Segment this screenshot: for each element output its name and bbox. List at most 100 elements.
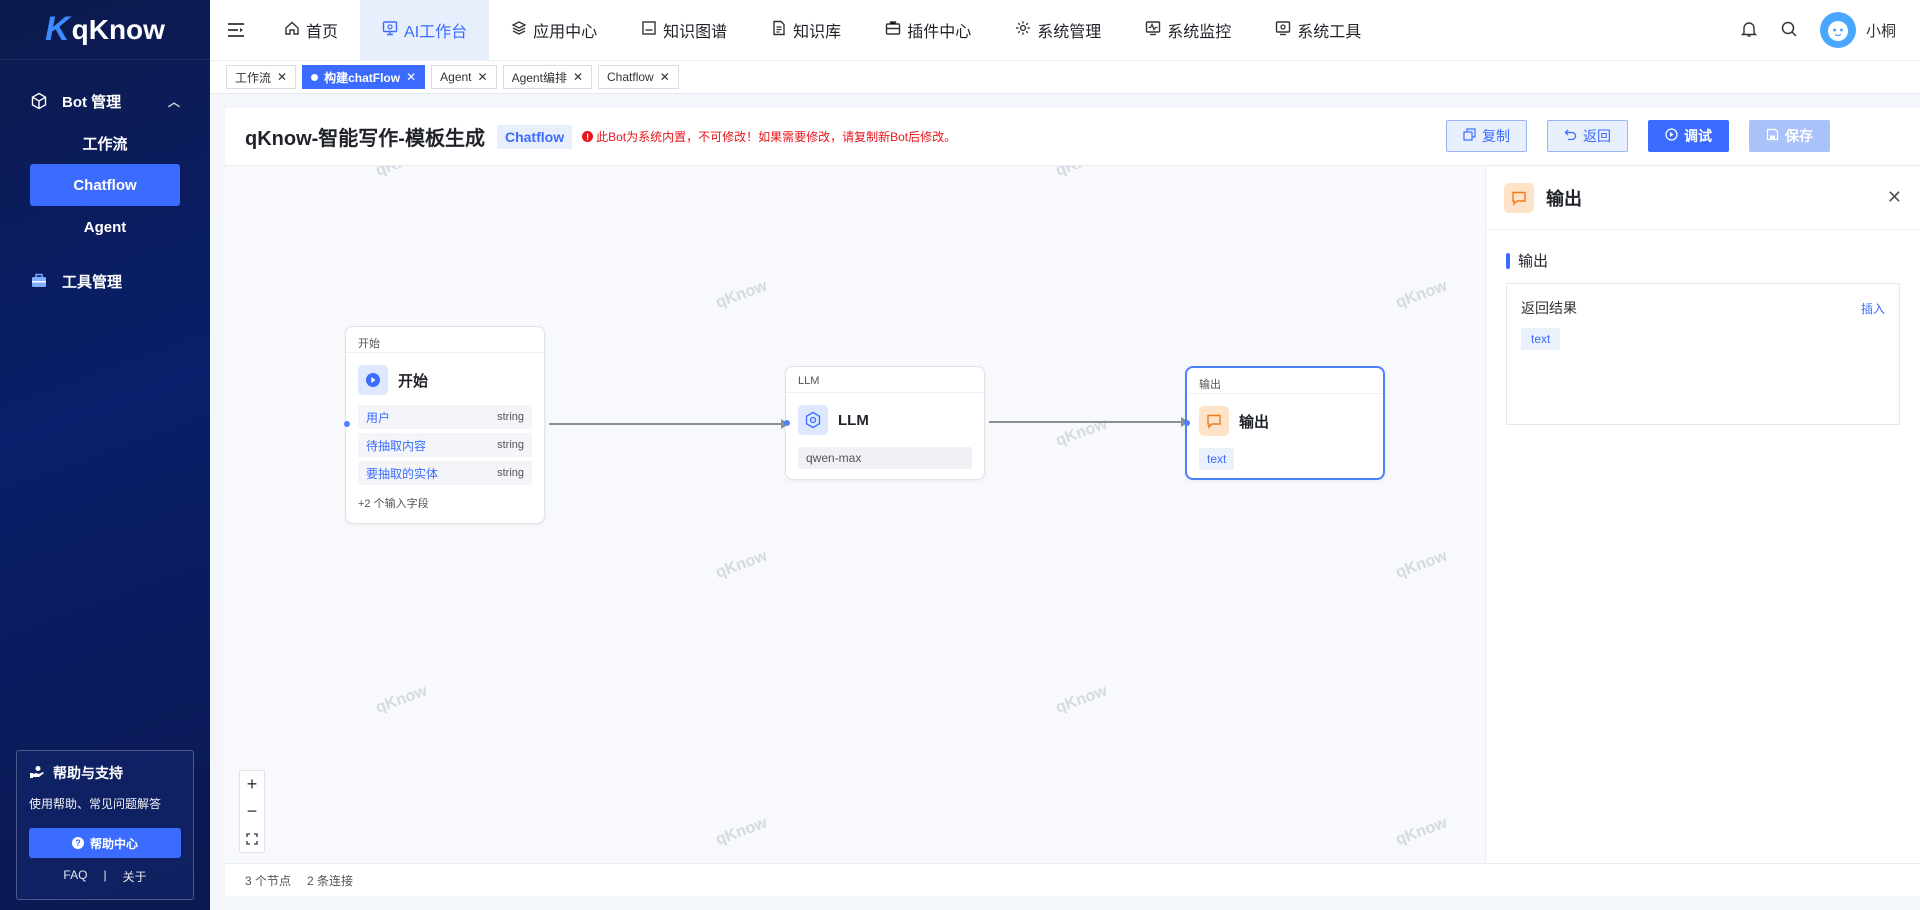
topnav-system-monitor[interactable]: 系统监控	[1123, 0, 1253, 60]
home-icon	[284, 20, 300, 41]
tab-build-chatflow[interactable]: 构建chatFlow ✕	[302, 65, 426, 89]
topnav-plugin-center[interactable]: 插件中心	[863, 0, 993, 60]
insert-link[interactable]: 插入	[1861, 300, 1885, 317]
result-label: 返回结果	[1521, 300, 1577, 316]
topnav-kb-label: 知识库	[793, 24, 842, 41]
help-links: FAQ | 关于	[29, 868, 181, 885]
main-panel: qKnow-智能写作-模板生成 Chatflow ! 此Bot为系统内置，不可修…	[225, 108, 1920, 896]
node-header: 输出	[1187, 394, 1383, 444]
edge-llm-output[interactable]	[989, 417, 1189, 427]
edge-start-llm[interactable]	[549, 419, 789, 429]
faq-link[interactable]: FAQ	[63, 868, 87, 885]
tab-label: Chatflow	[607, 70, 654, 84]
zoom-out-icon[interactable]: −	[240, 798, 264, 825]
back-button[interactable]: 返回	[1547, 120, 1628, 152]
menu-toggle-icon[interactable]	[210, 22, 262, 38]
sidebar-item-agent[interactable]: Agent	[30, 206, 180, 248]
input-field-row: 要抽取的实体 string	[358, 461, 532, 485]
copy-icon	[1463, 128, 1476, 144]
node-header: LLM	[786, 393, 984, 443]
field-type: string	[497, 439, 524, 451]
fit-view-icon[interactable]	[240, 825, 264, 852]
tab-chatflow[interactable]: Chatflow ✕	[598, 65, 679, 89]
help-title: 帮助与支持	[29, 763, 181, 783]
active-dot	[311, 73, 319, 81]
watermark: qKnow	[373, 682, 430, 717]
topnav-home-label: 首页	[306, 24, 339, 41]
debug-button[interactable]: 调试	[1648, 120, 1729, 152]
topnav-app-center[interactable]: 应用中心	[489, 0, 619, 60]
watermark: qKnow	[1393, 814, 1450, 849]
watermark: qKnow	[713, 277, 770, 312]
topnav-home[interactable]: 首页	[262, 0, 360, 60]
graph-icon	[641, 20, 657, 41]
layers-icon	[511, 20, 527, 41]
model-chip: qwen-max	[798, 447, 972, 469]
watermark: qKnow	[713, 814, 770, 849]
topnav-system-tools[interactable]: 系统工具	[1253, 0, 1383, 60]
topnav-sysmgmt-label: 系统管理	[1037, 24, 1102, 41]
tools-icon	[1275, 20, 1291, 41]
topnav-system-management[interactable]: 系统管理	[993, 0, 1123, 60]
node-llm[interactable]: LLM LLM qwen-max	[785, 366, 985, 480]
save-button[interactable]: 保存	[1749, 120, 1830, 152]
result-row: 返回结果 插入	[1521, 298, 1885, 318]
tab-workflow[interactable]: 工作流 ✕	[226, 65, 297, 89]
nav-tool-management[interactable]: 工具管理	[0, 260, 210, 302]
port-handle[interactable]	[1184, 420, 1190, 426]
tabs-row: 工作流 ✕ 构建chatFlow ✕ Agent ✕ Agent编排 ✕ Cha…	[210, 60, 1920, 94]
search-icon[interactable]	[1780, 20, 1798, 41]
plugin-icon	[885, 20, 901, 41]
nav-bot-management[interactable]: Bot 管理 ︿	[0, 80, 210, 122]
bell-icon[interactable]	[1740, 20, 1758, 41]
sidebar-item-workflow[interactable]: 工作流	[30, 122, 180, 164]
topnav-knowledge-graph[interactable]: 知识图谱	[619, 0, 749, 60]
topnav-knowledge-base[interactable]: 知识库	[749, 0, 863, 60]
page-title: qKnow-智能写作-模板生成	[245, 128, 485, 150]
sidebar-item-chatflow[interactable]: Chatflow	[30, 164, 180, 206]
topbar: 首页 AI工作台 应用中心 知识图谱 知识库 插件中心 系统管理 系统监控 系统…	[210, 0, 1920, 60]
node-config-panel: 输出 ✕ 输出 返回结果 插入 text	[1485, 166, 1920, 863]
variable-chip[interactable]: text	[1521, 328, 1561, 350]
topnav-plugin-label: 插件中心	[907, 24, 972, 41]
tab-agent-orchestration[interactable]: Agent编排 ✕	[502, 65, 593, 89]
node-title: 开始	[398, 372, 429, 390]
chevron-up-icon: ︿	[167, 94, 180, 109]
username[interactable]: 小桐	[1866, 20, 1896, 41]
node-output[interactable]: 输出 输出 text	[1185, 366, 1385, 480]
toolbox-icon	[30, 272, 48, 290]
topnav-ai-workbench[interactable]: AI工作台	[360, 0, 490, 60]
topbar-right: 小桐	[1740, 12, 1920, 48]
tab-label: Agent编排	[511, 70, 567, 85]
logo[interactable]: K qKnow	[0, 0, 210, 60]
close-icon[interactable]: ✕	[660, 70, 670, 84]
save-icon	[1766, 128, 1779, 144]
close-icon[interactable]: ✕	[478, 70, 488, 84]
node-title: LLM	[838, 411, 869, 429]
question-icon: ?	[71, 837, 84, 849]
port-handle[interactable]	[784, 420, 790, 426]
node-start[interactable]: 开始 开始 用户 string 待抽取内容 string 要抽取的实体 stri…	[345, 326, 545, 524]
gear-icon	[1015, 20, 1031, 41]
topnav-ai-label: AI工作台	[404, 24, 468, 41]
divider: |	[103, 868, 107, 882]
help-center-button[interactable]: ? 帮助中心	[29, 828, 181, 858]
output-var-chip: text	[1199, 448, 1235, 470]
node-title: 输出	[1239, 413, 1270, 431]
close-icon[interactable]: ✕	[1887, 187, 1902, 208]
topnav-tools-label: 系统工具	[1297, 24, 1362, 41]
tab-agent[interactable]: Agent ✕	[431, 65, 497, 89]
zoom-in-icon[interactable]: +	[240, 771, 264, 798]
readonly-warning: ! 此Bot为系统内置，不可修改！如果需要修改，请复制新Bot后修改。	[582, 128, 956, 145]
copy-button[interactable]: 复制	[1446, 120, 1527, 152]
avatar[interactable]	[1819, 12, 1856, 48]
close-icon[interactable]: ✕	[277, 70, 287, 84]
field-name: 用户	[366, 410, 391, 425]
close-icon[interactable]: ✕	[573, 70, 583, 84]
copy-label: 复制	[1482, 128, 1510, 144]
save-label: 保存	[1785, 128, 1813, 144]
workflow-canvas[interactable]: qKnow qKnow qKnow qKnow qKnow qKnow qKno…	[225, 166, 1485, 863]
about-link[interactable]: 关于	[123, 868, 147, 885]
close-icon[interactable]: ✕	[406, 70, 416, 84]
port-handle[interactable]	[344, 421, 350, 427]
